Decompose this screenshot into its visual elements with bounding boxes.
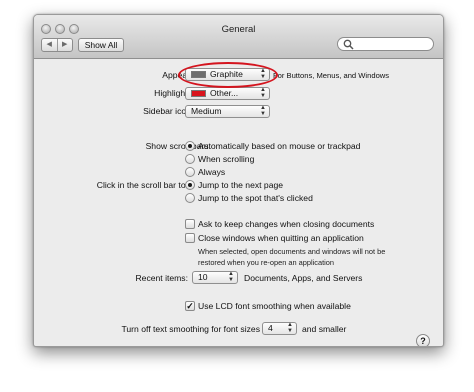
show-all-button[interactable]: Show All: [78, 38, 124, 52]
preferences-window: General ◀ ▶ Show All Appearance: Graphit…: [33, 14, 444, 347]
scroll-bars-auto-radio[interactable]: [185, 141, 195, 151]
recent-items-value: 10: [198, 272, 208, 282]
appearance-value: Graphite: [210, 69, 243, 79]
title-bar: General ◀ ▶ Show All: [34, 15, 443, 59]
popup-arrows-icon: ▲ ▼: [260, 105, 266, 117]
back-forward-control: ◀ ▶: [41, 38, 73, 52]
recent-items-popup[interactable]: 10 ▲ ▼: [192, 271, 238, 284]
text-smoothing-size-value: 4: [268, 323, 273, 333]
scroll-bars-scrolling-label[interactable]: When scrolling: [198, 154, 254, 164]
ask-keep-changes-checkbox[interactable]: [185, 219, 195, 229]
appearance-swatch: [191, 71, 206, 78]
scroll-bars-always-radio[interactable]: [185, 167, 195, 177]
settings-panel: Appearance: Graphite ▲▼ For Buttons, Men…: [34, 59, 443, 346]
close-windows-label[interactable]: Close windows when quitting an applicati…: [198, 233, 364, 243]
highlight-color-value: Other...: [210, 88, 239, 98]
jump-next-page-label[interactable]: Jump to the next page: [198, 180, 283, 190]
forward-button[interactable]: ▶: [58, 39, 73, 51]
checkmark-icon: ✓: [186, 301, 194, 311]
highlight-swatch: [191, 90, 206, 97]
ask-keep-changes-label[interactable]: Ask to keep changes when closing documen…: [198, 219, 374, 229]
lcd-smoothing-label[interactable]: Use LCD font smoothing when available: [198, 301, 351, 311]
appearance-popup[interactable]: Graphite ▲ ▼: [185, 68, 270, 81]
scroll-click-label: Click in the scroll bar to:: [96, 180, 188, 190]
close-windows-note-line2: restored when you re-open an application: [198, 258, 334, 267]
sidebar-icon-size-popup[interactable]: Medium ▲ ▼: [185, 105, 270, 118]
appearance-note: For Buttons, Menus, and Windows: [273, 71, 390, 80]
close-windows-checkbox[interactable]: [185, 233, 195, 243]
popup-arrows-icon: ▲ ▼: [287, 322, 293, 334]
popup-arrows-icon: ▲ ▼: [260, 68, 266, 80]
help-button[interactable]: ?: [416, 334, 430, 346]
search-field[interactable]: [337, 37, 434, 51]
scroll-bars-auto-label[interactable]: Automatically based on mouse or trackpad: [198, 141, 360, 151]
window-title: General: [221, 24, 256, 35]
scroll-bars-always-label[interactable]: Always: [198, 167, 225, 177]
recent-items-label: Recent items:: [135, 273, 188, 283]
text-smoothing-size-popup[interactable]: 4 ▲ ▼: [262, 322, 297, 335]
close-windows-note-line1: When selected, open documents and window…: [198, 247, 386, 256]
back-button[interactable]: ◀: [42, 39, 58, 51]
popup-arrows-icon: ▲ ▼: [260, 87, 266, 99]
recent-items-suffix: Documents, Apps, and Servers: [244, 273, 363, 283]
popup-arrows-icon: ▲ ▼: [228, 271, 234, 283]
text-smoothing-suffix: and smaller: [302, 324, 347, 334]
jump-to-spot-label[interactable]: Jump to the spot that's clicked: [198, 193, 313, 203]
text-smoothing-label: Turn off text smoothing for font sizes: [121, 324, 260, 334]
lcd-smoothing-checkbox[interactable]: ✓: [185, 301, 195, 311]
search-icon: [343, 39, 354, 50]
scroll-bars-scrolling-radio[interactable]: [185, 154, 195, 164]
highlight-color-popup[interactable]: Other... ▲ ▼: [185, 87, 270, 100]
jump-next-page-radio[interactable]: [185, 180, 195, 190]
jump-to-spot-radio[interactable]: [185, 193, 195, 203]
sidebar-icon-size-value: Medium: [191, 106, 222, 116]
